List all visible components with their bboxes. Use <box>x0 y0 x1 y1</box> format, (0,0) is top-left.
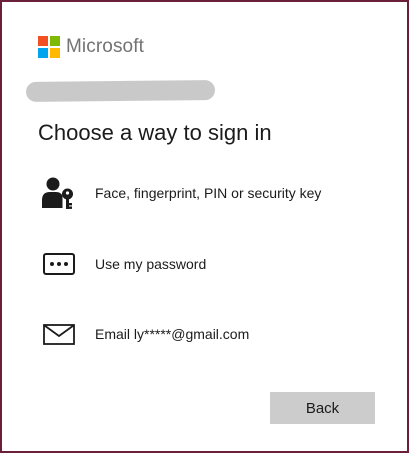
option-label: Face, fingerprint, PIN or security key <box>95 185 322 201</box>
mail-icon <box>42 316 78 352</box>
page-title: Choose a way to sign in <box>38 120 272 145</box>
option-label: Use my password <box>95 256 207 272</box>
microsoft-logo-icon <box>38 36 60 58</box>
option-password[interactable]: Use my password <box>42 244 372 284</box>
option-label: Email ly*****@gmail.com <box>95 326 250 342</box>
brand-name: Microsoft <box>66 36 144 57</box>
option-email[interactable]: Email ly*****@gmail.com <box>42 314 372 354</box>
redacted-account-name <box>25 80 216 102</box>
option-security-key[interactable]: Face, fingerprint, PIN or security key <box>42 173 372 213</box>
password-icon <box>42 246 78 282</box>
back-button[interactable]: Back <box>270 392 375 424</box>
sign-in-window: Microsoft Choose a way to sign in Face, … <box>0 0 409 453</box>
microsoft-logo: Microsoft <box>38 36 144 58</box>
user-key-icon <box>42 175 78 211</box>
